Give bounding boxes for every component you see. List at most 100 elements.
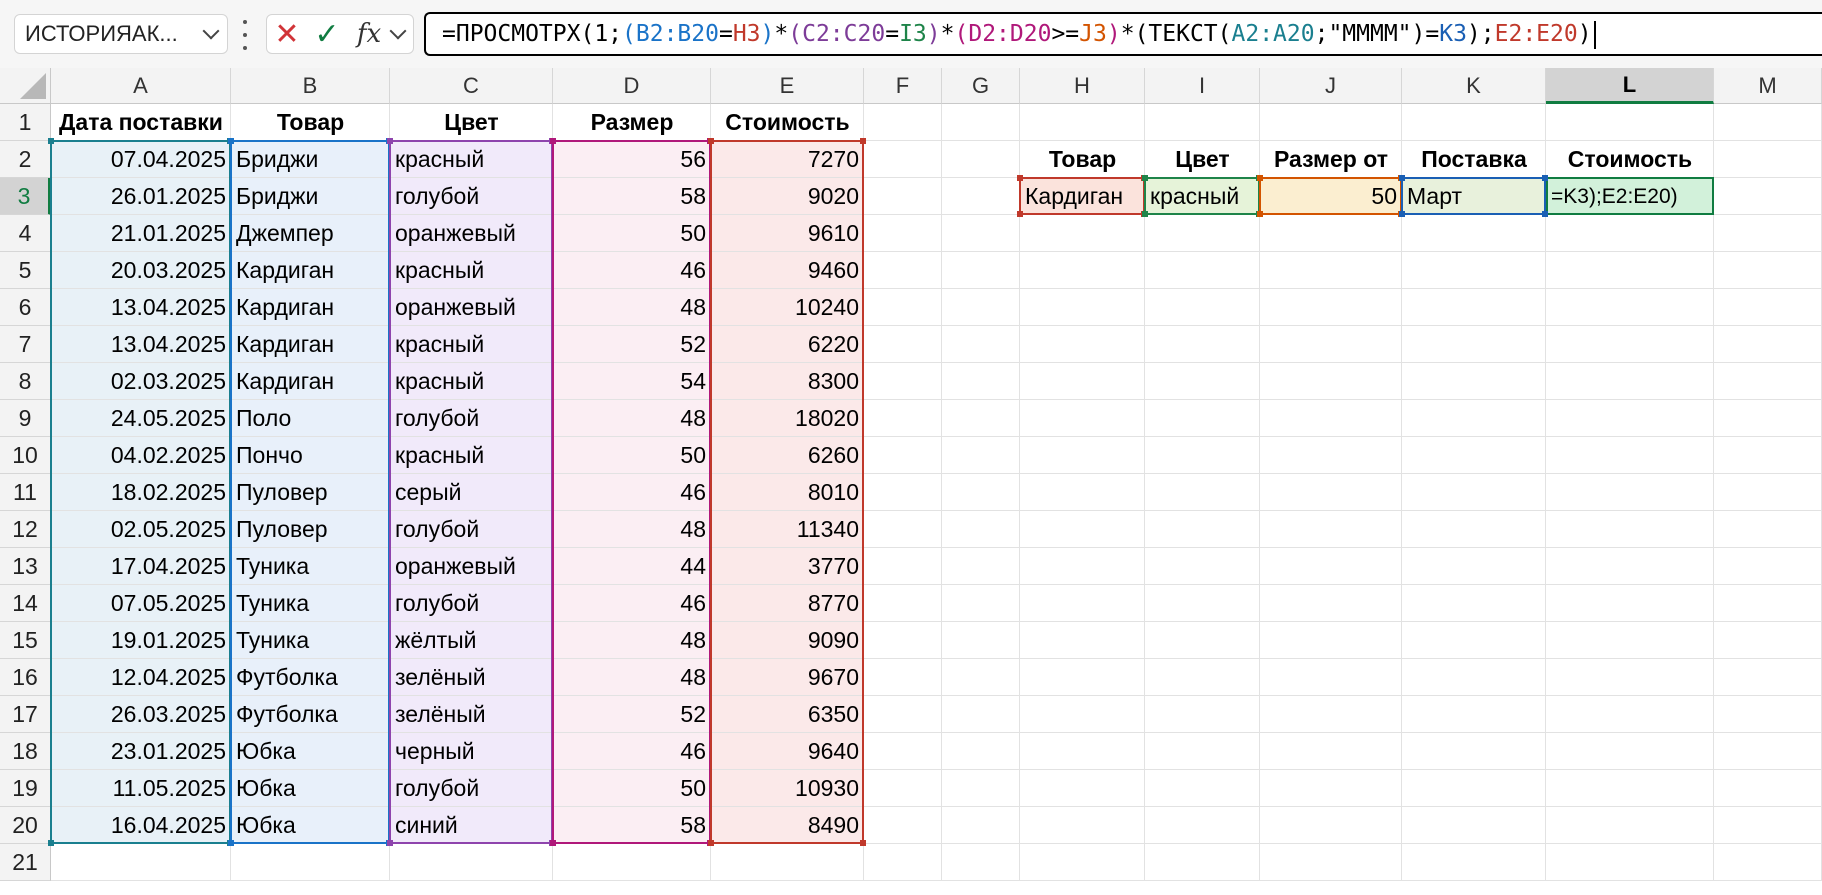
table-cell[interactable]: Кардиган [231, 326, 390, 363]
table-cell[interactable]: 11.05.2025 [51, 770, 231, 807]
table-cell[interactable]: 19.01.2025 [51, 622, 231, 659]
table-cell[interactable]: 46 [553, 733, 711, 770]
table-cell[interactable]: 56 [553, 141, 711, 178]
criteria-value-cell[interactable]: 50 [1260, 178, 1402, 215]
table-cell[interactable]: 23.01.2025 [51, 733, 231, 770]
table-cell[interactable]: 58 [553, 178, 711, 215]
table-cell[interactable]: 07.05.2025 [51, 585, 231, 622]
table-cell[interactable]: 6260 [711, 437, 864, 474]
table-cell[interactable]: 10930 [711, 770, 864, 807]
table-cell[interactable]: Бриджи [231, 141, 390, 178]
table-cell[interactable]: Поло [231, 400, 390, 437]
row-header-11[interactable]: 11 [0, 474, 51, 511]
table-cell[interactable]: оранжевый [390, 548, 553, 585]
row-header-13[interactable]: 13 [0, 548, 51, 585]
table-cell[interactable]: 9460 [711, 252, 864, 289]
table-cell[interactable]: 17.04.2025 [51, 548, 231, 585]
table-cell[interactable]: 8300 [711, 363, 864, 400]
table-cell[interactable]: 21.01.2025 [51, 215, 231, 252]
table-cell[interactable]: 6220 [711, 326, 864, 363]
criteria-header-cell[interactable]: Товар [1020, 141, 1145, 178]
table-cell[interactable]: 50 [553, 437, 711, 474]
row-header-3[interactable]: 3 [0, 178, 51, 215]
table-cell[interactable]: 9020 [711, 178, 864, 215]
table-cell[interactable]: 07.04.2025 [51, 141, 231, 178]
table-cell[interactable]: Кардиган [231, 363, 390, 400]
table-cell[interactable]: 26.03.2025 [51, 696, 231, 733]
table-header-cell[interactable]: Товар [231, 104, 390, 141]
table-cell[interactable]: 54 [553, 363, 711, 400]
table-cell[interactable]: 18020 [711, 400, 864, 437]
table-header-cell[interactable]: Дата поставки [51, 104, 231, 141]
table-cell[interactable]: 58 [553, 807, 711, 844]
column-header-a[interactable]: A [51, 68, 231, 104]
table-header-cell[interactable]: Размер [553, 104, 711, 141]
criteria-header-cell[interactable]: Размер от [1260, 141, 1402, 178]
table-cell[interactable]: 46 [553, 585, 711, 622]
table-cell[interactable]: красный [390, 326, 553, 363]
row-header-4[interactable]: 4 [0, 215, 51, 252]
table-cell[interactable]: 9670 [711, 659, 864, 696]
table-cell[interactable]: 7270 [711, 141, 864, 178]
table-cell[interactable]: голубой [390, 178, 553, 215]
table-header-cell[interactable]: Стоимость [711, 104, 864, 141]
row-header-21[interactable]: 21 [0, 844, 51, 881]
table-cell[interactable]: 8770 [711, 585, 864, 622]
column-header-i[interactable]: I [1145, 68, 1260, 104]
formula-input[interactable]: =ПРОСМОТРХ(1;(B2:B20=H3)*(C2:C20=I3)*(D2… [424, 12, 1822, 56]
table-cell[interactable]: зелёный [390, 659, 553, 696]
column-header-c[interactable]: C [390, 68, 553, 104]
table-cell[interactable]: жёлтый [390, 622, 553, 659]
table-cell[interactable]: 12.04.2025 [51, 659, 231, 696]
table-cell[interactable]: Футболка [231, 696, 390, 733]
table-cell[interactable]: красный [390, 252, 553, 289]
insert-function-icon[interactable]: fx [347, 15, 391, 53]
row-header-20[interactable]: 20 [0, 807, 51, 844]
column-header-e[interactable]: E [711, 68, 864, 104]
table-cell[interactable]: Пуловер [231, 474, 390, 511]
table-cell[interactable]: 48 [553, 659, 711, 696]
row-header-15[interactable]: 15 [0, 622, 51, 659]
select-all-button[interactable] [0, 68, 51, 104]
table-cell[interactable]: 13.04.2025 [51, 289, 231, 326]
table-cell[interactable]: голубой [390, 511, 553, 548]
table-cell[interactable]: голубой [390, 585, 553, 622]
table-cell[interactable]: 9090 [711, 622, 864, 659]
cancel-icon[interactable]: ✕ [267, 15, 307, 53]
chevron-down-icon[interactable] [202, 22, 220, 40]
table-cell[interactable]: 02.03.2025 [51, 363, 231, 400]
table-cell[interactable]: 48 [553, 289, 711, 326]
table-cell[interactable]: 20.03.2025 [51, 252, 231, 289]
table-cell[interactable]: 50 [553, 215, 711, 252]
table-cell[interactable]: красный [390, 437, 553, 474]
table-cell[interactable]: Джемпер [231, 215, 390, 252]
column-header-l[interactable]: L [1546, 68, 1714, 104]
table-cell[interactable]: черный [390, 733, 553, 770]
table-cell[interactable]: 26.01.2025 [51, 178, 231, 215]
enter-check-icon[interactable]: ✓ [307, 15, 347, 53]
table-cell[interactable]: Пончо [231, 437, 390, 474]
column-header-m[interactable]: M [1714, 68, 1822, 104]
criteria-value-cell[interactable]: Март [1402, 178, 1546, 215]
row-header-7[interactable]: 7 [0, 326, 51, 363]
column-header-f[interactable]: F [864, 68, 942, 104]
criteria-header-cell[interactable]: Цвет [1145, 141, 1260, 178]
table-cell[interactable]: Туника [231, 548, 390, 585]
table-cell[interactable]: 10240 [711, 289, 864, 326]
table-cell[interactable]: 3770 [711, 548, 864, 585]
table-cell[interactable]: Бриджи [231, 178, 390, 215]
table-cell[interactable]: голубой [390, 770, 553, 807]
table-cell[interactable]: 13.04.2025 [51, 326, 231, 363]
table-cell[interactable]: 48 [553, 622, 711, 659]
column-header-k[interactable]: K [1402, 68, 1546, 104]
row-header-19[interactable]: 19 [0, 770, 51, 807]
table-cell[interactable]: Кардиган [231, 289, 390, 326]
table-cell[interactable]: 6350 [711, 696, 864, 733]
row-header-8[interactable]: 8 [0, 363, 51, 400]
table-cell[interactable]: 04.02.2025 [51, 437, 231, 474]
row-header-6[interactable]: 6 [0, 289, 51, 326]
table-cell[interactable]: 11340 [711, 511, 864, 548]
table-cell[interactable]: 8010 [711, 474, 864, 511]
table-cell[interactable]: 16.04.2025 [51, 807, 231, 844]
spreadsheet-grid[interactable]: A B C D E F G H I J K L M 1 2 3 4 5 6 7 8 9 10 11 12 13 14 15 16 17 18… [0, 68, 1822, 895]
